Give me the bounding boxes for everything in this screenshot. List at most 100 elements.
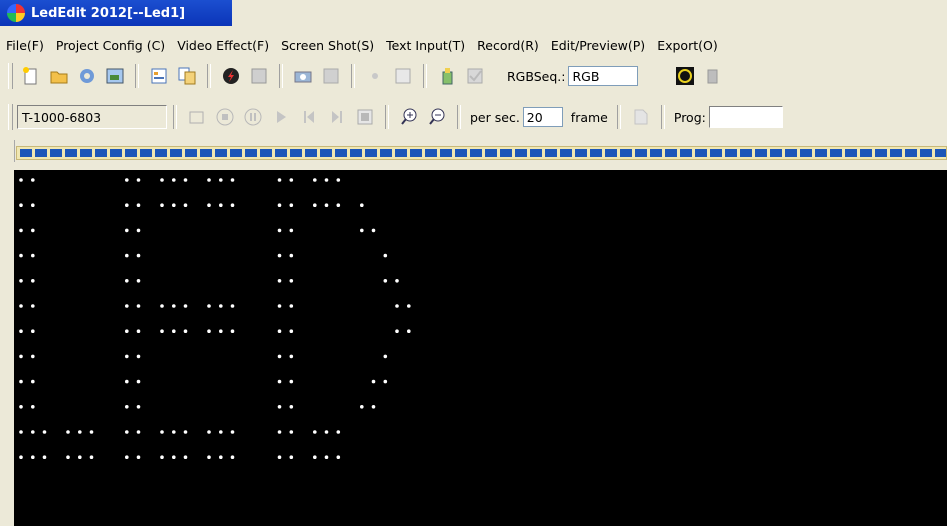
led-dot — [277, 354, 282, 359]
camera-icon[interactable] — [292, 65, 314, 87]
per-sec-input[interactable]: 20 — [522, 107, 563, 127]
menu-edit-preview[interactable]: Edit/Preview(P) — [545, 38, 651, 53]
checkbox-icon[interactable] — [464, 65, 486, 87]
toolbar-grip[interactable] — [8, 104, 13, 130]
flash-icon[interactable] — [220, 65, 242, 87]
zoom-in-icon[interactable] — [398, 106, 420, 128]
copy-icon[interactable] — [176, 65, 198, 87]
led-dot — [89, 455, 94, 460]
prog-field[interactable] — [708, 106, 783, 128]
led-dot — [160, 329, 164, 333]
led-dot — [289, 304, 294, 308]
screen-capture-icon[interactable] — [320, 65, 342, 87]
led-dot — [125, 228, 129, 233]
play-icon[interactable] — [270, 106, 292, 128]
new-file-icon[interactable] — [20, 65, 42, 87]
stop-square-icon[interactable] — [248, 65, 270, 87]
properties-icon[interactable] — [148, 65, 170, 87]
led-dot — [19, 329, 23, 333]
prog-label: Prog: — [673, 109, 706, 125]
stop-circle-icon[interactable] — [214, 106, 236, 128]
step-forward-icon[interactable] — [326, 106, 348, 128]
led-dot — [219, 329, 223, 333]
led-dot — [289, 455, 294, 460]
led-dot — [371, 379, 376, 384]
menu-project-config[interactable]: Project Config (C) — [50, 38, 171, 53]
led-dot — [136, 405, 141, 409]
led-dot — [136, 279, 141, 283]
per-sec-label: per sec. — [470, 109, 520, 125]
step-back-icon[interactable] — [298, 106, 320, 128]
settings-gear-icon[interactable] — [76, 65, 98, 87]
toolbar-separator — [616, 105, 621, 129]
led-dot — [125, 329, 129, 333]
led-dot — [219, 455, 223, 460]
menu-text-input[interactable]: Text Input(T) — [380, 38, 471, 53]
led-dot — [42, 430, 47, 434]
led-dot — [289, 430, 294, 434]
frame-ruler[interactable] — [16, 146, 947, 160]
device-select[interactable]: T-1000-6803 — [17, 105, 167, 129]
led-dot — [277, 279, 282, 283]
led-dot — [19, 430, 23, 434]
led-dot — [125, 279, 129, 283]
image-icon[interactable] — [104, 65, 126, 87]
led-dot — [66, 430, 70, 434]
zoom-out-icon[interactable] — [426, 106, 448, 128]
led-dot — [230, 430, 235, 434]
led-dot — [289, 405, 294, 409]
led-dot — [136, 430, 141, 434]
menu-bar: File(F) Project Config (C) Video Effect(… — [0, 34, 947, 56]
app-logo-icon — [7, 4, 25, 22]
led-dot — [289, 203, 294, 207]
menu-export[interactable]: Export(O) — [651, 38, 724, 53]
led-dot — [172, 203, 176, 207]
led-dot — [160, 203, 164, 207]
led-dot — [395, 304, 399, 308]
toolbar-grip[interactable] — [8, 63, 13, 89]
led-dot — [313, 178, 317, 182]
led-dot — [136, 304, 141, 308]
toolbar-separator — [351, 64, 355, 88]
led-dot — [19, 178, 23, 182]
disabled-doc-icon[interactable] — [630, 106, 652, 128]
menu-file[interactable]: File(F) — [0, 38, 50, 53]
record-dot-icon[interactable] — [364, 65, 386, 87]
pause-circle-icon[interactable] — [242, 106, 264, 128]
main-toolbar: RGBSeq.: RGB — [0, 60, 947, 92]
led-dot — [125, 203, 129, 207]
menu-screen-shot[interactable]: Screen Shot(S) — [275, 38, 380, 53]
led-dot — [19, 279, 23, 283]
led-dot — [336, 455, 341, 460]
led-dot — [219, 203, 223, 207]
led-matrix — [19, 178, 411, 460]
led-dot — [125, 430, 129, 434]
led-dot — [125, 455, 129, 460]
led-dot — [31, 354, 35, 359]
led-dot — [383, 253, 388, 258]
led-dot — [19, 304, 23, 308]
rgb-seq-select[interactable]: RGB — [568, 66, 639, 86]
led-dot — [19, 228, 23, 233]
led-dot — [31, 178, 35, 182]
menu-video-effect[interactable]: Video Effect(F) — [171, 38, 275, 53]
open-folder-icon[interactable] — [48, 65, 70, 87]
led-dot — [207, 178, 211, 182]
led-dot — [324, 203, 329, 207]
gray-book-icon[interactable] — [702, 65, 724, 87]
led-dot — [207, 304, 211, 308]
led-dot — [183, 455, 188, 460]
led-dot — [407, 304, 411, 308]
text-bottle-icon[interactable] — [436, 65, 458, 87]
frame-square-icon[interactable] — [392, 65, 414, 87]
led-dot — [395, 279, 399, 283]
led-dot — [31, 253, 35, 258]
led-preview-screen[interactable] — [14, 170, 947, 526]
export-disabled-icon[interactable] — [186, 106, 208, 128]
led-dot — [207, 203, 211, 207]
led-dot — [89, 430, 94, 434]
record-stop-icon[interactable] — [354, 106, 376, 128]
led-dot — [172, 178, 176, 182]
color-ring-icon[interactable] — [674, 65, 696, 87]
menu-record[interactable]: Record(R) — [471, 38, 545, 53]
